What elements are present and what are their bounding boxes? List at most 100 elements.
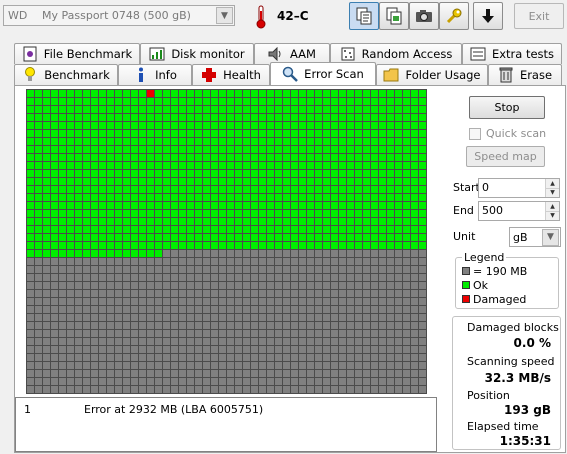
copy-image-button[interactable] — [379, 2, 409, 30]
unscanned-block — [259, 338, 267, 346]
quick-scan-checkbox[interactable]: Quick scan — [469, 127, 546, 140]
unscanned-block — [379, 258, 387, 266]
unscanned-block — [203, 306, 211, 314]
spin-down-icon[interactable]: ▼ — [546, 187, 559, 197]
ok-block — [99, 146, 107, 154]
unscanned-block — [251, 258, 259, 266]
unscanned-block — [235, 258, 243, 266]
chevron-down-icon[interactable]: ▼ — [542, 228, 559, 246]
ok-block — [299, 90, 307, 98]
options-button[interactable] — [439, 2, 469, 30]
ok-block — [291, 162, 299, 170]
ok-block — [75, 154, 83, 162]
unscanned-block — [331, 290, 339, 298]
ok-block — [115, 218, 123, 226]
ok-block — [299, 170, 307, 178]
tab-error-scan[interactable]: Error Scan — [270, 62, 376, 85]
unscanned-block — [283, 250, 291, 258]
unscanned-block — [403, 378, 411, 386]
tab-benchmark[interactable]: Benchmark — [14, 64, 118, 85]
unscanned-block — [291, 330, 299, 338]
ok-block — [147, 210, 155, 218]
tab-file-benchmark[interactable]: File Benchmark — [14, 43, 140, 64]
unscanned-block — [379, 362, 387, 370]
copy-text-button[interactable] — [349, 2, 379, 30]
ok-block — [411, 218, 419, 226]
camera-icon — [416, 10, 432, 22]
speed-map-button[interactable]: Speed map — [466, 146, 545, 167]
unscanned-block — [35, 378, 43, 386]
spin-up-icon[interactable]: ▲ — [546, 202, 559, 211]
unscanned-block — [115, 370, 123, 378]
unscanned-block — [131, 266, 139, 274]
ok-block — [91, 210, 99, 218]
unscanned-block — [67, 258, 75, 266]
unscanned-block — [147, 330, 155, 338]
exit-button[interactable]: Exit — [514, 3, 564, 29]
unscanned-block — [107, 346, 115, 354]
ok-block — [283, 242, 291, 250]
unscanned-block — [267, 322, 275, 330]
ok-block — [131, 178, 139, 186]
ok-block — [259, 146, 267, 154]
ok-block — [235, 186, 243, 194]
tab-health[interactable]: Health — [192, 64, 270, 85]
tab-aam[interactable]: AAM — [254, 43, 330, 64]
start-spinbox[interactable]: 0 ▲ ▼ — [478, 178, 560, 198]
chevron-down-icon[interactable]: ▼ — [216, 7, 233, 24]
unscanned-block — [363, 266, 371, 274]
start-value[interactable]: 0 — [479, 179, 545, 197]
ok-block — [323, 210, 331, 218]
ok-block — [395, 106, 403, 114]
ok-block — [227, 186, 235, 194]
unscanned-block — [187, 314, 195, 322]
checkbox-box[interactable] — [469, 127, 481, 140]
ok-block — [219, 114, 227, 122]
tab-erase[interactable]: Erase — [488, 64, 562, 85]
unscanned-block — [107, 274, 115, 282]
unscanned-block — [355, 298, 363, 306]
spin-down-icon[interactable]: ▼ — [546, 210, 559, 220]
ok-block — [147, 106, 155, 114]
ok-block — [35, 186, 43, 194]
unscanned-block — [331, 314, 339, 322]
unscanned-block — [379, 306, 387, 314]
ok-block — [51, 114, 59, 122]
ok-block — [243, 210, 251, 218]
unit-select[interactable]: gB ▼ — [509, 227, 561, 247]
end-spinbox[interactable]: 500 ▲ ▼ — [478, 201, 560, 221]
unscanned-block — [307, 354, 315, 362]
save-button[interactable] — [473, 2, 503, 30]
ok-block — [99, 210, 107, 218]
ok-block — [91, 138, 99, 146]
tab-extra-tests[interactable]: Extra tests — [462, 43, 562, 64]
tab-disk-monitor[interactable]: Disk monitor — [140, 43, 254, 64]
unscanned-block — [211, 306, 219, 314]
ok-block — [163, 226, 171, 234]
ok-block — [27, 234, 35, 242]
ok-block — [227, 210, 235, 218]
ok-block — [131, 170, 139, 178]
unscanned-block — [123, 362, 131, 370]
unscanned-block — [203, 346, 211, 354]
unscanned-block — [371, 250, 379, 258]
ok-block — [179, 114, 187, 122]
unscanned-block — [91, 258, 99, 266]
error-log-list[interactable]: 1 Error at 2932 MB (LBA 6005751) — [15, 397, 437, 452]
ok-block — [227, 162, 235, 170]
stop-button[interactable]: Stop — [469, 96, 545, 119]
end-value[interactable]: 500 — [479, 202, 545, 220]
screenshot-button[interactable] — [409, 2, 439, 30]
ok-block — [339, 234, 347, 242]
ok-block — [147, 122, 155, 130]
ok-block — [35, 162, 43, 170]
ok-block — [203, 98, 211, 106]
ok-block — [243, 226, 251, 234]
drive-selector[interactable]: WD My Passport 0748 (500 gB) ▼ — [3, 5, 235, 26]
tab-random-access[interactable]: Random Access — [330, 43, 462, 64]
tab-info[interactable]: Info — [118, 64, 192, 85]
tab-folder-usage[interactable]: Folder Usage — [376, 64, 488, 85]
unscanned-block — [67, 314, 75, 322]
unscanned-block — [299, 322, 307, 330]
spin-up-icon[interactable]: ▲ — [546, 179, 559, 188]
